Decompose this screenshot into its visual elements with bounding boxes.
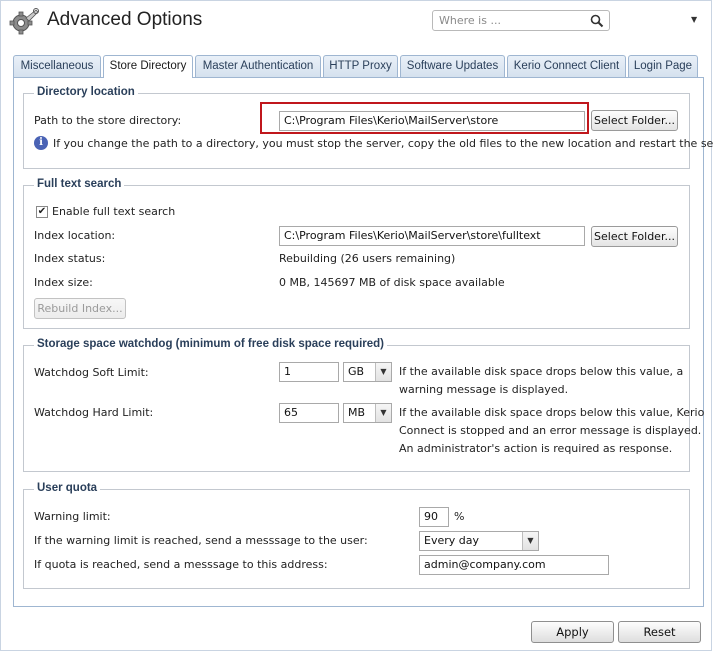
header: Advanced Options ▼ [1,1,713,45]
search-box[interactable] [432,10,610,31]
hard-limit-unit-value: MB [348,406,366,419]
select-folder-button[interactable]: Select Folder... [591,110,678,131]
soft-limit-unit-select[interactable]: GB ▼ [343,362,392,382]
group-legend: Directory location [34,86,138,98]
select-index-folder-button[interactable]: Select Folder... [591,226,678,247]
soft-limit-unit-value: GB [348,365,365,378]
tab-master-authentication[interactable]: Master Authentication [195,55,321,77]
index-size-label: Index size: [34,276,93,289]
reset-button[interactable]: Reset [618,621,701,643]
send-address-label: If quota is reached, send a messsage to … [34,558,328,571]
advanced-options-window: Advanced Options ▼ Miscellaneous Store D… [0,0,714,651]
hard-limit-unit-select[interactable]: MB ▼ [343,403,392,423]
hard-limit-desc-line3: An administrator's action is required as… [399,442,673,455]
window-title: Advanced Options [47,9,203,30]
index-size-value: 0 MB, 145697 MB of disk space available [279,276,505,289]
hard-limit-label: Watchdog Hard Limit: [34,406,154,419]
index-status-value: Rebuilding (26 users remaining) [279,252,456,265]
search-icon[interactable] [590,14,604,28]
soft-limit-input[interactable]: 1 [279,362,339,382]
hard-limit-desc-line2: Connect is stopped and an error message … [399,424,702,437]
send-user-frequency-value: Every day [424,534,479,547]
tab-login-page[interactable]: Login Page [628,55,698,77]
tab-software-updates[interactable]: Software Updates [400,55,505,77]
send-address-input[interactable]: admin@company.com [419,555,609,575]
tab-store-directory[interactable]: Store Directory [103,55,193,78]
store-path-label: Path to the store directory: [34,114,182,127]
group-legend: User quota [34,482,101,494]
apply-button[interactable]: Apply [531,621,614,643]
index-location-label: Index location: [34,229,116,242]
soft-limit-label: Watchdog Soft Limit: [34,366,149,379]
index-status-label: Index status: [34,252,106,265]
chevron-down-icon[interactable]: ▼ [522,532,538,550]
soft-limit-desc-line1: If the available disk space drops below … [399,365,684,378]
group-legend: Full text search [34,178,125,190]
chevron-down-icon[interactable]: ▼ [691,15,697,24]
checkmark-icon: ✔ [37,206,47,217]
chevron-down-icon[interactable]: ▼ [375,363,391,381]
enable-fulltext-checkbox[interactable]: ✔ [36,206,48,218]
highlight-box [260,102,589,134]
rebuild-index-button[interactable]: Rebuild Index... [34,298,126,319]
enable-fulltext-label: Enable full text search [52,205,176,218]
index-location-input[interactable]: C:\Program Files\Kerio\MailServer\store\… [279,226,585,246]
tab-miscellaneous[interactable]: Miscellaneous [13,55,101,77]
warning-limit-input[interactable]: 90 [419,507,449,527]
warning-limit-label: Warning limit: [34,510,111,523]
info-text: If you change the path to a directory, y… [53,137,714,150]
search-input[interactable] [437,13,587,28]
send-user-label: If the warning limit is reached, send a … [34,534,368,547]
tab-http-proxy[interactable]: HTTP Proxy [323,55,398,77]
gear-wrench-icon [9,8,39,35]
hard-limit-input[interactable]: 65 [279,403,339,423]
send-user-frequency-select[interactable]: Every day ▼ [419,531,539,551]
hard-limit-desc-line1: If the available disk space drops below … [399,406,705,419]
warning-limit-unit: % [454,510,465,523]
tab-kerio-connect-client[interactable]: Kerio Connect Client [507,55,626,77]
group-legend: Storage space watchdog (minimum of free … [34,338,388,350]
soft-limit-desc-line2: warning message is displayed. [399,383,569,396]
chevron-down-icon[interactable]: ▼ [375,404,391,422]
info-icon: i [34,136,48,150]
